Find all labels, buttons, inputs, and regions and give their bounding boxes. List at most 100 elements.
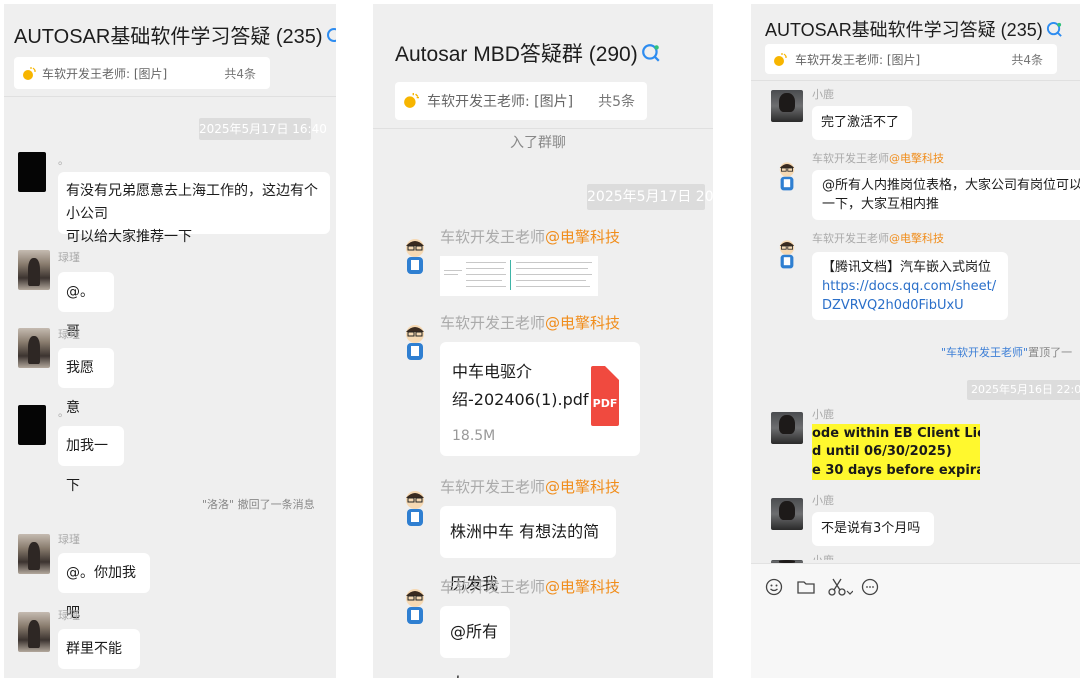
header-divider [751, 80, 1080, 81]
message-bubble[interactable]: @。哥 [58, 272, 114, 340]
message-bubble[interactable]: 加我一下 [58, 426, 124, 494]
sender-name: 小鹿 [812, 494, 834, 507]
file-name: 中车电驱介 绍-202406(1).pdf [452, 358, 589, 414]
sender-name: 琭瑾 [58, 533, 80, 546]
pinned-message-bar[interactable]: 车软开发王老师: [图片] 共4条 [14, 57, 270, 89]
message-bubble[interactable]: 完了激活不了 [812, 106, 912, 140]
chat-title-text: AUTOSAR基础软件学习答疑 (235) [765, 20, 1043, 40]
avatar[interactable] [18, 152, 46, 192]
pinned-count: 共4条 [224, 66, 256, 81]
join-notice: 入了群聊 [510, 135, 566, 151]
avatar[interactable] [399, 322, 431, 362]
doc-line [444, 270, 462, 271]
chat-panel-autosar-1: AUTOSAR基础软件学习答疑 (235) 车软开发王老师: [图片] 共4条 … [4, 4, 336, 678]
emoji-icon[interactable] [765, 578, 783, 600]
avatar[interactable] [771, 412, 803, 444]
scissors-icon[interactable] [827, 577, 854, 601]
file-name-line: 绍-202406(1).pdf [452, 390, 589, 409]
message-bubble[interactable]: 株洲中车 有想法的简历发我 [440, 506, 616, 593]
message-bubble[interactable]: @所有人内推岗位表格，大家公司有岗位可以 一下，大家互相内推 [812, 170, 1080, 220]
document-thumbnail[interactable] [440, 256, 598, 296]
avatar[interactable] [18, 612, 50, 652]
avatar[interactable] [18, 328, 50, 368]
header-divider [4, 96, 336, 97]
pin-notice-name[interactable]: "车软开发王老师" [941, 346, 1028, 359]
pinned-count: 共5条 [598, 94, 635, 110]
message-bubble[interactable]: 不是说有3个月吗 [812, 512, 934, 546]
sender-name: 车软开发王老师@电擎科技 [812, 150, 944, 166]
message-text: 【腾讯文档】汽车嵌入式岗位 [822, 260, 992, 275]
doc-line [466, 274, 506, 275]
sender-name-text: 车软开发王老师 [440, 314, 546, 332]
folder-icon[interactable] [796, 578, 816, 600]
file-card[interactable]: 中车电驱介 绍-202406(1).pdf 18.5M PDF [440, 342, 640, 456]
message-bubble[interactable]: 群里不能加 [58, 629, 140, 669]
avatar[interactable] [399, 586, 431, 626]
pinned-message-bar[interactable]: 车软开发王老师: [图片] 共5条 [395, 82, 647, 120]
recall-notice: "洛洛" 撤回了一条消息 [202, 498, 315, 511]
sender-org: @电擎科技 [545, 478, 621, 496]
message-bubble[interactable]: @所有人 [440, 606, 510, 678]
sender-org: @电擎科技 [545, 228, 621, 246]
avatar[interactable] [18, 534, 50, 574]
chat-title-text: AUTOSAR基础软件学习答疑 (235) [14, 26, 323, 48]
message-bubble[interactable]: @。你加我吧 [58, 553, 150, 621]
chat-bubble-icon[interactable] [326, 27, 336, 51]
image-text-line: d until 06/30/2025) [812, 444, 952, 459]
avatar[interactable] [771, 90, 803, 122]
sender-name: 车软开发王老师@电擎科技 [440, 226, 620, 247]
avatar[interactable] [773, 160, 801, 192]
avatar[interactable] [773, 238, 801, 270]
screenshot-image[interactable]: ode within EB Client Lice d until 06/30/… [812, 424, 980, 480]
pinned-text: 车软开发王老师: [图片] [795, 52, 921, 67]
sender-org: @电擎科技 [889, 232, 944, 245]
sender-org: @电擎科技 [545, 578, 621, 596]
sender-name-text: 车软开发王老师 [812, 232, 889, 245]
timestamp: 2025年5月16日 22:0 [967, 380, 1080, 400]
message-bubble[interactable]: 我愿意 [58, 348, 114, 416]
avatar[interactable] [771, 498, 803, 530]
pinned-sun-icon [403, 93, 419, 109]
input-toolbar [751, 563, 1080, 678]
message-bubble[interactable]: 【腾讯文档】汽车嵌入式岗位 https://docs.qq.com/sheet/… [812, 252, 1008, 320]
pin-notice: "车软开发王老师"置顶了一 [941, 344, 1072, 360]
pinned-text: 车软开发王老师: [图片] [427, 94, 574, 110]
sender-name: 。 [58, 154, 69, 167]
doc-link[interactable]: https://docs.qq.com/sheet/ [822, 277, 998, 296]
avatar[interactable] [399, 488, 431, 528]
cartoon-avatar-icon [406, 491, 424, 526]
avatar[interactable] [18, 405, 46, 445]
chat-bubble-icon[interactable] [1046, 21, 1063, 43]
chat-title[interactable]: AUTOSAR基础软件学习答疑 (235) [14, 20, 336, 51]
sender-name: 小鹿 [812, 408, 834, 421]
chat-title[interactable]: AUTOSAR基础软件学习答疑 (235) [765, 16, 1063, 43]
doc-line [466, 280, 502, 281]
sender-name-text: 车软开发王老师 [440, 578, 546, 596]
chat-title-text: Autosar MBD答疑群 (290) [395, 43, 638, 66]
timestamp: 2025年5月17日 20:18 [587, 184, 713, 210]
chat-bubble-icon[interactable] [641, 43, 661, 69]
avatar[interactable] [18, 250, 50, 290]
sender-name-text: 车软开发王老师 [440, 478, 546, 496]
pin-notice-text: 置顶了一 [1028, 346, 1073, 359]
image-text-line: e 30 days before expirat [812, 463, 980, 478]
sender-name: 琭瑾 [58, 328, 80, 341]
sender-name: 小鹿 [812, 88, 834, 101]
pinned-message-bar[interactable]: 车软开发王老师: [图片] 共4条 [765, 44, 1057, 74]
cartoon-avatar-icon [406, 239, 424, 274]
pinned-sun-icon [773, 52, 787, 66]
doc-line [516, 268, 588, 269]
avatar[interactable] [399, 236, 431, 276]
chat-history-icon[interactable] [861, 578, 879, 600]
cartoon-avatar-icon [406, 325, 424, 360]
doc-link[interactable]: DZVRVQ2h0d0FibUxU [822, 296, 998, 315]
cartoon-avatar-icon [779, 162, 795, 191]
chat-title[interactable]: Autosar MBD答疑群 (290) [395, 38, 661, 69]
cartoon-avatar-icon [406, 589, 424, 624]
chat-panel-autosar-2: AUTOSAR基础软件学习答疑 (235) 车软开发王老师: [图片] 共4条 … [751, 4, 1080, 678]
sender-name: 车软开发王老师@电擎科技 [812, 230, 944, 246]
doc-line [466, 262, 506, 263]
sender-name-text: 车软开发王老师 [440, 228, 546, 246]
message-bubble[interactable]: 有没有兄弟愿意去上海工作的，这边有个小公司 可以给大家推荐一下 [58, 172, 330, 245]
doc-line [466, 268, 504, 269]
